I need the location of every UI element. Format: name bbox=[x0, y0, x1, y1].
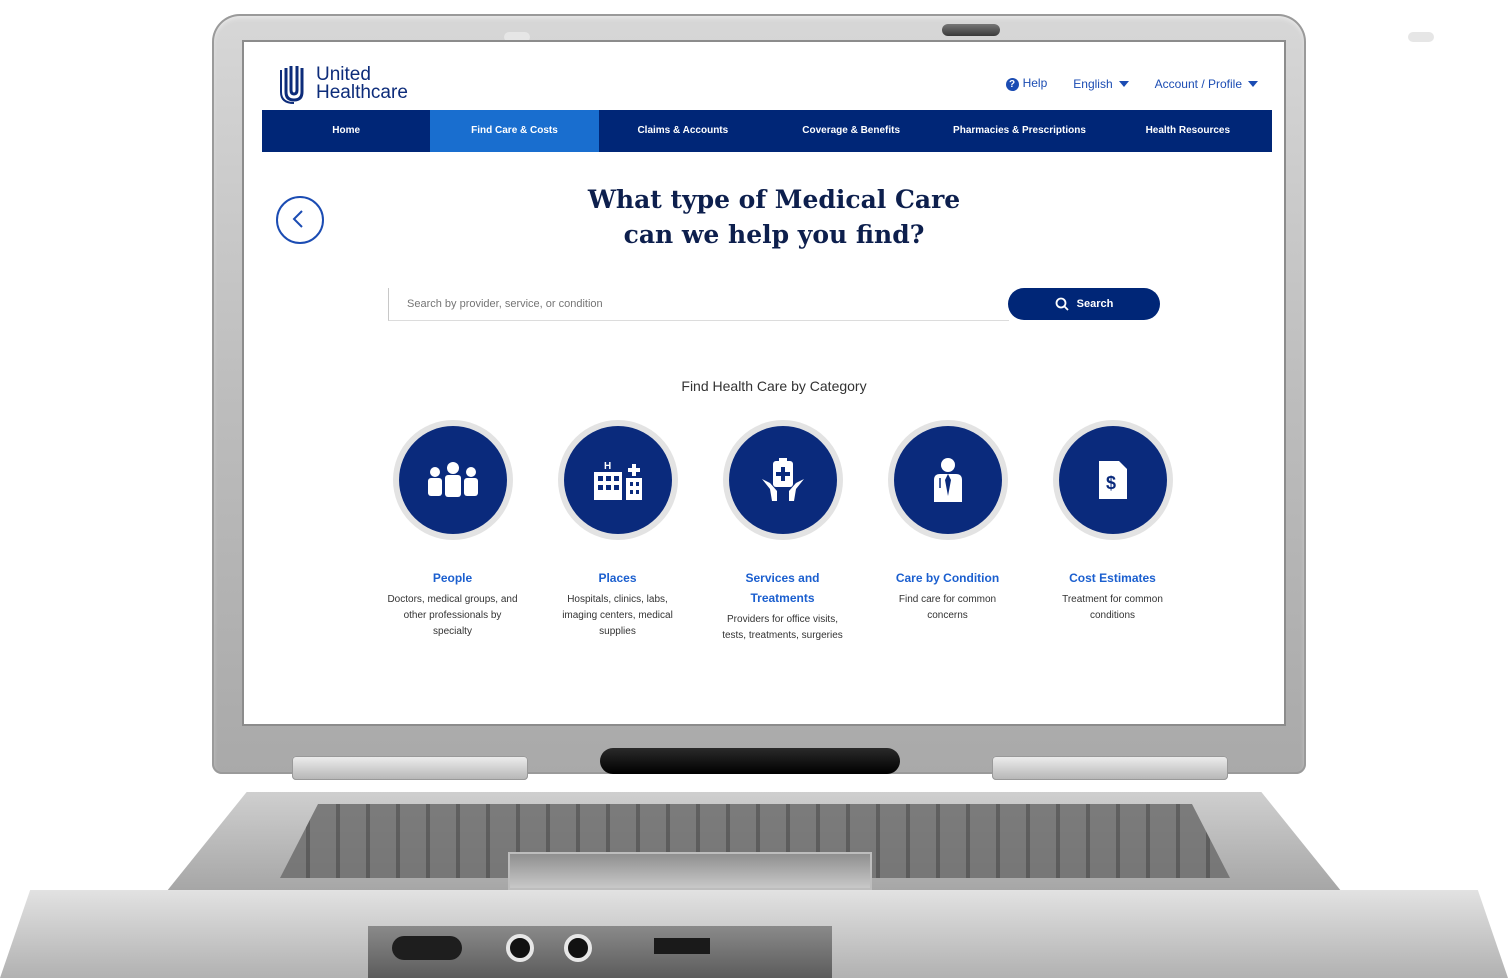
utility-bar: ? Help English Account / Profile bbox=[1005, 76, 1258, 91]
chevron-down-icon bbox=[1248, 81, 1258, 88]
category-services[interactable]: Services and Treatments Providers for of… bbox=[700, 420, 865, 644]
lid-bumper-right bbox=[1408, 32, 1434, 42]
hinge-speaker bbox=[600, 748, 900, 774]
category-description: Hospitals, clinics, labs, imaging center… bbox=[562, 594, 673, 637]
title-line-1: What type of Medical Care bbox=[587, 185, 961, 214]
category-circle: H bbox=[563, 426, 672, 534]
help-label: Help bbox=[1022, 76, 1048, 90]
category-cost[interactable]: $ Cost Estimates Treatment for common co… bbox=[1030, 420, 1195, 644]
nav-pharmacies[interactable]: Pharmacies & Prescriptions bbox=[935, 110, 1103, 152]
category-circle bbox=[893, 426, 1002, 534]
svg-text:H: H bbox=[604, 461, 611, 472]
nav-home[interactable]: Home bbox=[262, 110, 430, 152]
nav-coverage[interactable]: Coverage & Benefits bbox=[767, 110, 935, 152]
account-dropdown[interactable]: Account / Profile bbox=[1155, 77, 1258, 91]
category-list: People Doctors, medical groups, and othe… bbox=[370, 420, 1195, 644]
hinge-left bbox=[292, 756, 528, 780]
webcam bbox=[942, 24, 1000, 36]
account-label: Account / Profile bbox=[1154, 76, 1242, 91]
doctor-icon bbox=[933, 458, 962, 502]
search-box bbox=[388, 288, 1045, 321]
search-icon bbox=[1055, 297, 1069, 311]
category-description: Treatment for common conditions bbox=[1062, 594, 1163, 621]
chevron-down-icon bbox=[1118, 81, 1129, 88]
dollar-document-icon: $ bbox=[1098, 461, 1127, 499]
svg-text:$: $ bbox=[1106, 473, 1116, 493]
category-circle bbox=[728, 426, 837, 534]
category-title[interactable]: Services and Treatments bbox=[723, 568, 843, 608]
search-button[interactable]: Search bbox=[1008, 288, 1160, 320]
nav-claims[interactable]: Claims & Accounts bbox=[599, 110, 767, 152]
port-oval bbox=[392, 936, 462, 960]
language-dropdown[interactable]: English bbox=[1073, 76, 1129, 91]
main-nav: Home Find Care & Costs Claims & Accounts… bbox=[262, 110, 1272, 152]
nav-find-care[interactable]: Find Care & Costs bbox=[430, 110, 599, 152]
uhc-logo-icon bbox=[280, 66, 304, 104]
port-slot bbox=[654, 938, 710, 954]
laptop-screen: United Healthcare ? Help English Account … bbox=[244, 42, 1284, 724]
brand-line-2: Healthcare bbox=[316, 82, 408, 103]
trackpad bbox=[508, 852, 872, 890]
category-places[interactable]: H Places Hospitals, clinics, labs, imagi… bbox=[535, 420, 700, 644]
help-icon: ? bbox=[1005, 78, 1019, 91]
category-title[interactable]: Places bbox=[558, 568, 678, 588]
category-circle bbox=[398, 426, 507, 534]
brand-logo[interactable]: United Healthcare bbox=[280, 64, 408, 104]
category-description: Providers for office visits, tests, trea… bbox=[722, 614, 843, 641]
nav-health-resources[interactable]: Health Resources bbox=[1104, 110, 1272, 152]
language-label: English bbox=[1073, 76, 1113, 91]
category-circle: $ bbox=[1058, 426, 1167, 534]
buildings-icon: H bbox=[593, 461, 642, 500]
category-description: Find care for common concerns bbox=[898, 594, 997, 621]
search-button-label: Search bbox=[1076, 298, 1114, 310]
hinge-right bbox=[992, 756, 1228, 780]
people-icon bbox=[427, 462, 478, 497]
category-title[interactable]: Cost Estimates bbox=[1053, 568, 1173, 588]
help-link[interactable]: ? Help bbox=[1005, 76, 1048, 91]
category-description: Doctors, medical groups, and other profe… bbox=[387, 594, 518, 637]
category-people[interactable]: People Doctors, medical groups, and othe… bbox=[370, 420, 535, 644]
category-condition[interactable]: Care by Condition Find care for common c… bbox=[865, 420, 1030, 644]
category-title[interactable]: People bbox=[393, 568, 513, 588]
title-line-2: can we help you find? bbox=[623, 220, 925, 249]
laptop-base bbox=[0, 748, 1508, 978]
category-title[interactable]: Care by Condition bbox=[888, 568, 1008, 588]
audio-jack-icon bbox=[564, 934, 592, 962]
section-title: Find Health Care by Category bbox=[681, 378, 867, 394]
search-input[interactable] bbox=[389, 288, 1045, 320]
page-title: What type of Medical Care can we help yo… bbox=[244, 182, 1284, 252]
clipboard-hands-icon bbox=[761, 458, 804, 501]
lid-bumper-left bbox=[504, 32, 530, 42]
audio-jack-icon bbox=[506, 934, 534, 962]
